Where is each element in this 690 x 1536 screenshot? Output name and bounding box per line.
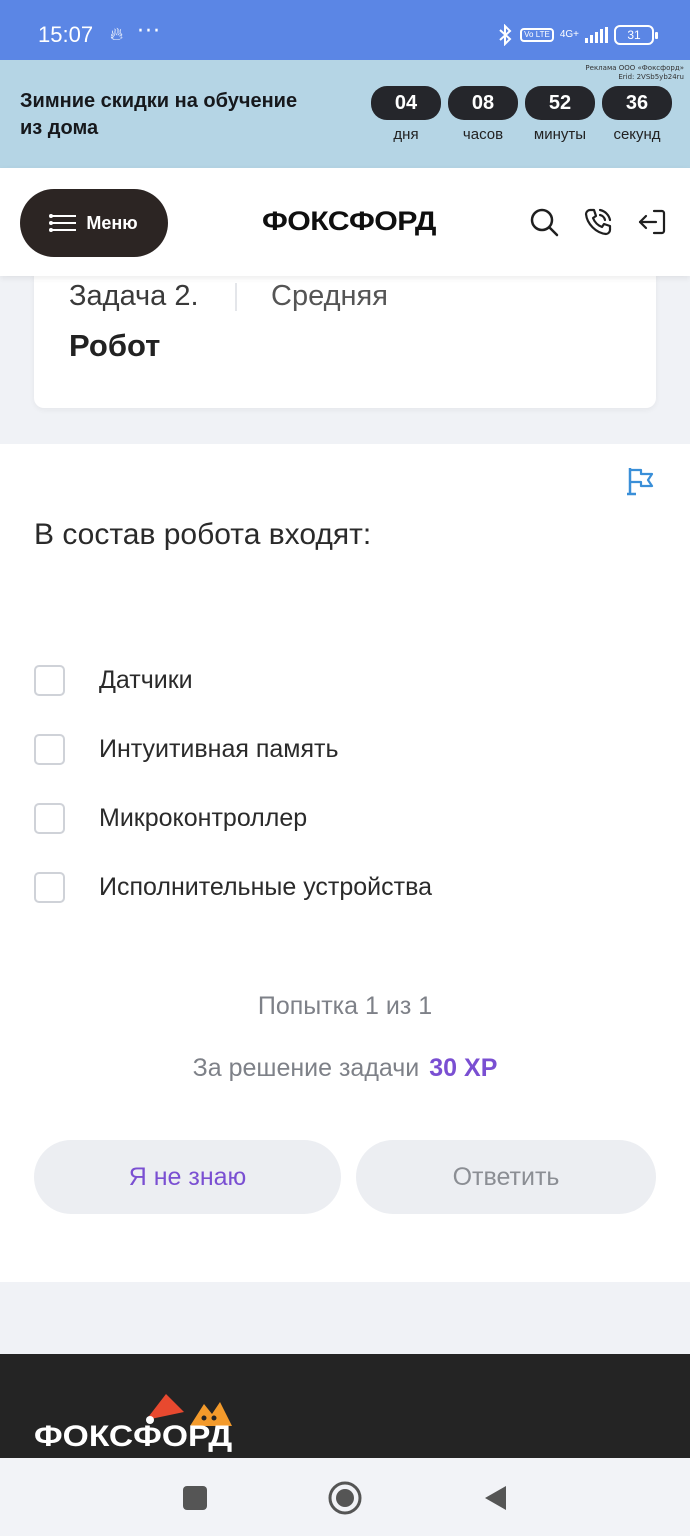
stop-icon[interactable] bbox=[175, 1478, 215, 1518]
page-spacer bbox=[0, 1282, 690, 1354]
divider bbox=[235, 283, 237, 311]
bluetooth-icon bbox=[496, 24, 514, 46]
network-type: 4G+ bbox=[559, 29, 579, 40]
reward-info: За решение задачи 30 XP bbox=[0, 1054, 690, 1083]
menu-button[interactable]: Меню bbox=[20, 189, 168, 257]
question-text: В состав робота входят: bbox=[34, 518, 372, 551]
option-label: Датчики bbox=[99, 665, 193, 694]
countdown-timer: 04 дня 08 часов 52 минуты 36 секунд bbox=[371, 86, 672, 143]
reward-xp: 30 XP bbox=[429, 1054, 498, 1082]
more-notifications-icon: ··· bbox=[137, 19, 161, 44]
countdown-value: 08 bbox=[448, 86, 518, 120]
site-header: Меню ФОКСФОРД bbox=[0, 168, 690, 276]
back-icon[interactable] bbox=[475, 1478, 515, 1518]
countdown-minutes: 52 минуты bbox=[525, 86, 595, 143]
countdown-value: 04 bbox=[371, 86, 441, 120]
countdown-value: 36 bbox=[602, 86, 672, 120]
countdown-value: 52 bbox=[525, 86, 595, 120]
phone-icon[interactable] bbox=[580, 204, 616, 240]
flame-icon: 🔥︎ bbox=[110, 24, 124, 45]
task-number: Задача 2. bbox=[69, 280, 199, 312]
countdown-label: секунд bbox=[613, 126, 661, 143]
option-label: Микроконтроллер bbox=[99, 803, 308, 832]
option-checkbox[interactable] bbox=[34, 733, 65, 765]
task-difficulty: Средняя bbox=[271, 280, 388, 312]
attempt-counter: Попытка 1 из 1 bbox=[257, 992, 433, 1020]
promo-title: Зимние скидки на обучение из дома bbox=[20, 90, 298, 139]
task-title: Робот bbox=[69, 328, 161, 363]
countdown-hours: 08 часов bbox=[448, 86, 518, 143]
logo[interactable]: ФОКСФОРД bbox=[262, 206, 436, 237]
site-footer: ФОКСФОРД bbox=[0, 1354, 690, 1458]
signal-icon bbox=[585, 27, 608, 43]
answer-option[interactable]: Интуитивная память bbox=[34, 732, 339, 766]
answer-option[interactable]: Датчики bbox=[34, 663, 193, 697]
answer-button[interactable]: Ответить bbox=[356, 1140, 656, 1214]
answer-option[interactable]: Исполнительные устройства bbox=[34, 870, 432, 904]
countdown-seconds: 36 секунд bbox=[602, 86, 672, 143]
search-icon[interactable] bbox=[526, 204, 562, 240]
status-bar: 15:07 🔥︎ ··· Vo LTE 4G+ 31 bbox=[0, 0, 690, 60]
option-label: Интуитивная память bbox=[99, 734, 339, 763]
countdown-label: дня bbox=[393, 126, 419, 143]
promo-legal-line: Реклама ООО «Фоксфорд» bbox=[585, 64, 684, 72]
promo-banner[interactable]: Зимние скидки на обучение из дома Реклам… bbox=[0, 60, 690, 168]
option-checkbox[interactable] bbox=[34, 664, 65, 696]
login-icon[interactable] bbox=[634, 204, 670, 240]
report-flag-icon[interactable] bbox=[626, 466, 656, 496]
menu-icon bbox=[49, 214, 77, 232]
option-label: Исполнительные устройства bbox=[99, 872, 432, 901]
system-nav-bar bbox=[0, 1458, 690, 1536]
countdown-days: 04 дня bbox=[371, 86, 441, 143]
menu-label: Меню bbox=[86, 212, 138, 233]
promo-legal: Реклама ООО «Фоксфорд» Erid: 2VSb5yb24ru bbox=[585, 64, 684, 82]
promo-erid: Erid: 2VSb5yb24ru bbox=[618, 73, 684, 81]
countdown-label: часов bbox=[462, 126, 504, 143]
footer-logo[interactable]: ФОКСФОРД bbox=[34, 1420, 232, 1454]
countdown-label: минуты bbox=[533, 126, 587, 143]
reward-label: За решение задачи bbox=[192, 1054, 420, 1082]
answer-option[interactable]: Микроконтроллер bbox=[34, 801, 307, 835]
option-checkbox[interactable] bbox=[34, 871, 65, 903]
option-checkbox[interactable] bbox=[34, 802, 65, 834]
status-time: 15:07 bbox=[38, 22, 94, 47]
battery-icon: 31 bbox=[614, 25, 658, 45]
home-icon[interactable] bbox=[325, 1478, 365, 1518]
dont-know-button[interactable]: Я не знаю bbox=[34, 1140, 341, 1214]
volte-icon: Vo LTE bbox=[520, 28, 554, 42]
status-indicators: Vo LTE 4G+ 31 bbox=[496, 22, 658, 48]
